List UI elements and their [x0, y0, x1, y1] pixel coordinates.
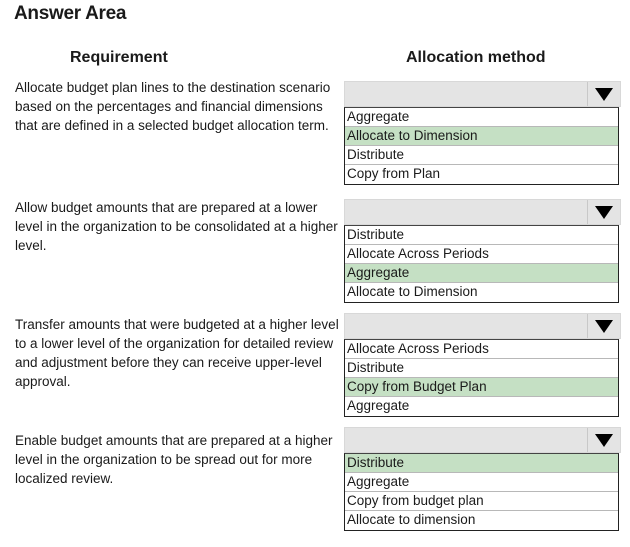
dropdown-select[interactable]: [344, 199, 621, 225]
requirement-text: Allow budget amounts that are prepared a…: [15, 200, 338, 253]
allocation-method-header: Allocation method: [406, 49, 546, 66]
requirement-text: Transfer amounts that were budgeted at a…: [15, 317, 339, 389]
triangle-down-icon: [595, 319, 613, 333]
dropdown-option[interactable]: Distribute: [345, 226, 618, 245]
dropdown-option[interactable]: Allocate Across Periods: [345, 245, 618, 264]
requirement-header: Requirement: [70, 49, 168, 66]
dropdown-options-list: Allocate Across Periods Distribute Copy …: [344, 339, 619, 417]
dropdown-arrow-button[interactable]: [587, 82, 620, 106]
dropdown-arrow-button[interactable]: [587, 200, 620, 224]
triangle-down-icon: [595, 433, 613, 447]
allocation-dropdown: Distribute Allocate Across Periods Aggre…: [344, 199, 621, 303]
allocation-dropdown: Allocate Across Periods Distribute Copy …: [344, 313, 621, 417]
allocation-dropdown: Distribute Aggregate Copy from budget pl…: [344, 427, 621, 531]
dropdown-option[interactable]: Allocate to Dimension: [345, 283, 618, 302]
dropdown-option[interactable]: Distribute: [345, 359, 618, 378]
dropdown-option-selected[interactable]: Aggregate: [345, 264, 618, 283]
dropdown-option[interactable]: Aggregate: [345, 473, 618, 492]
dropdown-option[interactable]: Aggregate: [345, 397, 618, 416]
dropdown-option-selected[interactable]: Allocate to Dimension: [345, 127, 618, 146]
dropdown-option[interactable]: Copy from budget plan: [345, 492, 618, 511]
dropdown-select[interactable]: [344, 427, 621, 453]
dropdown-option-selected[interactable]: Copy from Budget Plan: [345, 378, 618, 397]
requirement-text: Enable budget amounts that are prepared …: [15, 433, 333, 486]
dropdown-option-selected[interactable]: Distribute: [345, 454, 618, 473]
allocation-dropdown: Aggregate Allocate to Dimension Distribu…: [344, 81, 621, 185]
triangle-down-icon: [595, 205, 613, 219]
dropdown-arrow-button[interactable]: [587, 314, 620, 338]
dropdown-select[interactable]: [344, 81, 621, 107]
triangle-down-icon: [595, 87, 613, 101]
dropdown-option[interactable]: Distribute: [345, 146, 618, 165]
dropdown-options-list: Distribute Aggregate Copy from budget pl…: [344, 453, 619, 531]
dropdown-option[interactable]: Copy from Plan: [345, 165, 618, 184]
requirement-text: Allocate budget plan lines to the destin…: [15, 80, 331, 133]
dropdown-options-list: Distribute Allocate Across Periods Aggre…: [344, 225, 619, 303]
dropdown-arrow-button[interactable]: [587, 428, 620, 452]
dropdown-option[interactable]: Allocate to dimension: [345, 511, 618, 530]
answer-area-title: Answer Area: [14, 3, 127, 24]
dropdown-options-list: Aggregate Allocate to Dimension Distribu…: [344, 107, 619, 185]
dropdown-option[interactable]: Aggregate: [345, 108, 618, 127]
dropdown-option[interactable]: Allocate Across Periods: [345, 340, 618, 359]
dropdown-select[interactable]: [344, 313, 621, 339]
